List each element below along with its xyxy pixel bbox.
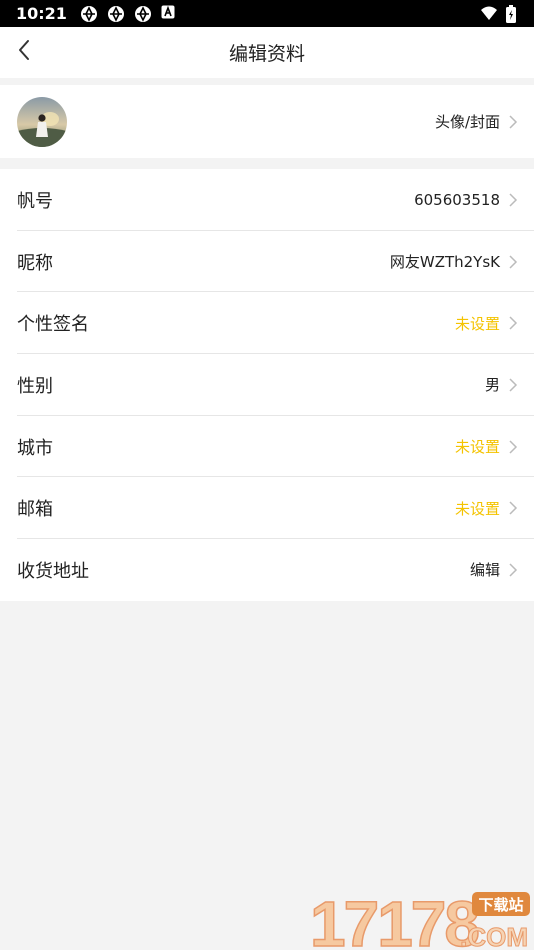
item-value: 605603518 [414, 190, 500, 209]
list-item-city[interactable]: 城市 未设置 [0, 416, 534, 478]
status-left: 10:21 [16, 4, 179, 23]
chevron-right-icon [508, 378, 518, 392]
page-title: 编辑资料 [228, 43, 305, 65]
item-right: 未设置 [455, 436, 518, 457]
item-right: 男 [485, 374, 518, 395]
wifi-icon [480, 5, 498, 23]
item-label: 性别 [17, 375, 53, 397]
divider-gap [0, 158, 534, 169]
watermark-logo: 17178 下载站 .COM [308, 887, 532, 950]
item-value: 未设置 [454, 314, 500, 333]
list-item-email[interactable]: 邮箱 未设置 [0, 477, 534, 539]
list-item-signature[interactable]: 个性签名 未设置 [0, 292, 534, 354]
aperture-icon [80, 5, 98, 23]
item-label: 城市 [17, 437, 53, 459]
item-value: 未设置 [454, 438, 500, 457]
aperture-icon [134, 5, 152, 23]
item-value: 网友WZTh2YsK [389, 253, 500, 272]
a-badge-icon [161, 5, 179, 23]
nav-bar: 编辑资料 [0, 27, 534, 78]
chevron-right-icon [508, 440, 518, 454]
item-label: 收货地址 [17, 560, 89, 582]
chevron-right-icon [508, 501, 518, 515]
chevron-right-icon [508, 316, 518, 330]
aperture-icon [107, 5, 125, 23]
item-value: 未设置 [454, 499, 500, 518]
back-button[interactable] [10, 38, 38, 66]
item-right: 未设置 [455, 498, 518, 519]
list-item-nickname[interactable]: 昵称 网友WZTh2YsK [0, 231, 534, 293]
item-label: 昵称 [17, 252, 53, 274]
chevron-right-icon [508, 114, 518, 129]
battery-charging-icon [506, 4, 524, 23]
item-value: 男 [484, 376, 500, 395]
divider-gap [0, 78, 534, 85]
svg-text:.COM: .COM [460, 922, 528, 950]
chevron-right-icon [508, 563, 518, 577]
chevron-right-icon [508, 255, 518, 269]
item-label: 帆号 [17, 190, 53, 212]
profile-list: 帆号 605603518 昵称 网友WZTh2YsK 个性签名 未设置 性别 男… [0, 169, 534, 601]
avatar-row-right: 头像/封面 [435, 111, 518, 132]
item-right: 未设置 [455, 313, 518, 334]
avatar [17, 96, 67, 147]
list-item-gender[interactable]: 性别 男 [0, 354, 534, 416]
chevron-right-icon [508, 193, 518, 207]
item-label: 邮箱 [17, 499, 53, 521]
avatar-cover-label: 头像/封面 [434, 113, 500, 131]
list-item-shipping-address[interactable]: 收货地址 编辑 [0, 539, 534, 601]
item-right: 网友WZTh2YsK [390, 251, 518, 272]
list-item-account-id[interactable]: 帆号 605603518 [0, 169, 534, 231]
item-right: 编辑 [470, 559, 518, 580]
svg-text:17178: 17178 [310, 888, 478, 950]
svg-text:下载站: 下载站 [478, 896, 523, 914]
item-value: 编辑 [469, 561, 500, 580]
status-time: 10:21 [16, 4, 67, 23]
item-right: 605603518 [414, 191, 518, 209]
chevron-left-icon [17, 39, 31, 65]
status-right [480, 4, 524, 23]
avatar-row[interactable]: 头像/封面 [0, 85, 534, 158]
item-label: 个性签名 [17, 314, 89, 336]
status-bar: 10:21 [0, 0, 534, 27]
